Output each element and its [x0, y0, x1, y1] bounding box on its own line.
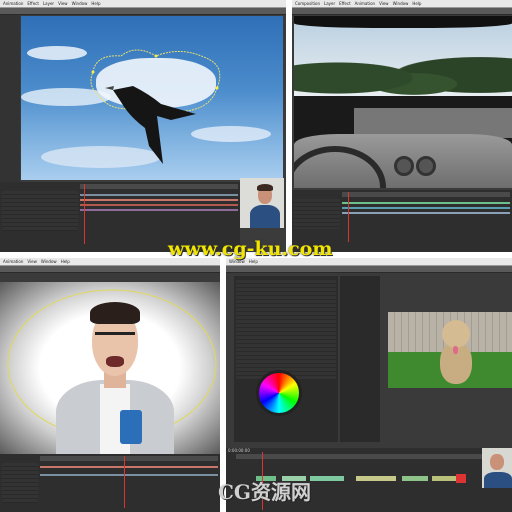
project-panel — [0, 15, 20, 185]
layer-bar[interactable] — [80, 194, 238, 196]
app-toolbar — [0, 266, 220, 273]
presenter-mouth — [106, 356, 124, 367]
effect-properties — [236, 280, 336, 380]
app-toolbar — [0, 8, 286, 15]
quad-top-right: Composition Layer Effect Animation View … — [292, 0, 512, 252]
menu-item[interactable]: Animation — [3, 259, 23, 265]
time-ruler[interactable] — [40, 456, 218, 461]
timeline-panel[interactable] — [0, 454, 220, 512]
layer-bar[interactable] — [40, 466, 218, 468]
menu-item[interactable]: Window — [72, 1, 88, 7]
menu-item[interactable]: View — [58, 1, 68, 7]
quad-bottom-left: Animation View Window Help — [0, 258, 220, 512]
playhead[interactable] — [124, 456, 125, 508]
composition-viewer[interactable] — [294, 16, 512, 188]
trees — [294, 54, 512, 114]
menu-item[interactable]: Effect — [339, 1, 351, 7]
menu-item[interactable]: Layer — [43, 1, 54, 7]
menu-item[interactable]: Layer — [324, 1, 335, 7]
menu-item[interactable]: Window — [41, 259, 57, 265]
layer-bar[interactable] — [80, 199, 238, 201]
time-ruler[interactable] — [236, 454, 482, 459]
layer-bar[interactable] — [80, 209, 238, 211]
layer-bar[interactable] — [342, 202, 510, 204]
app-menubar: Animation Effect Layer View Window Help — [0, 0, 286, 8]
dog-head — [442, 320, 470, 348]
windscreen-frame — [294, 16, 512, 28]
presenter-hair — [257, 184, 273, 191]
composition-viewer[interactable] — [21, 16, 283, 180]
menu-item[interactable]: View — [379, 1, 389, 7]
microphone — [120, 410, 142, 444]
effect-controls-panel[interactable] — [234, 276, 338, 442]
layer-bar[interactable] — [342, 207, 510, 209]
quad-top-left: Animation Effect Layer View Window Help — [0, 0, 286, 252]
menu-item[interactable]: Composition — [295, 1, 320, 7]
menu-item[interactable]: Help — [61, 259, 70, 265]
app-toolbar — [292, 8, 512, 15]
menu-item[interactable]: Effect — [27, 1, 39, 7]
app-menubar: Composition Layer Effect Animation View … — [292, 0, 512, 8]
menu-item[interactable]: Help — [412, 1, 421, 7]
menu-item[interactable]: Animation — [355, 1, 375, 7]
presenter-shirt — [484, 472, 512, 488]
layer-bar[interactable] — [310, 476, 344, 481]
composition-viewer[interactable] — [388, 312, 512, 388]
presenter-shirt — [250, 205, 280, 228]
menu-item[interactable]: Help — [91, 1, 100, 7]
air-vent — [394, 156, 414, 176]
layer-bar[interactable] — [40, 474, 218, 476]
presenter-glasses — [95, 332, 135, 345]
app-toolbar — [226, 266, 512, 273]
project-panel — [340, 276, 380, 442]
layer-bar[interactable] — [456, 474, 466, 483]
layer-bar[interactable] — [356, 476, 396, 481]
composition-viewer[interactable] — [0, 282, 220, 454]
time-ruler[interactable] — [80, 184, 238, 189]
watermark-logo-text: CG资源网 — [218, 480, 311, 504]
layer-bar[interactable] — [342, 212, 510, 214]
timecode: 0:00:00:00 — [228, 448, 250, 453]
quad-bottom-right: Window Help 0:00:00:00 — [226, 258, 512, 512]
presenter-hair — [90, 302, 140, 324]
layer-list — [2, 191, 78, 231]
menu-item[interactable]: Animation — [3, 1, 23, 7]
menu-item[interactable]: View — [27, 259, 37, 265]
time-ruler[interactable] — [342, 192, 510, 197]
menu-item[interactable]: Window — [393, 1, 409, 7]
layer-list — [294, 199, 340, 229]
raven-image — [105, 86, 196, 164]
playhead[interactable] — [348, 192, 349, 242]
webcam-overlay — [240, 178, 284, 228]
watermark-url: www.cg-ku.com — [168, 238, 333, 260]
layer-bar[interactable] — [402, 476, 428, 481]
hue-color-wheel[interactable] — [256, 370, 302, 416]
presenter-head — [490, 454, 504, 470]
layer-bar[interactable] — [80, 204, 238, 206]
webcam-overlay — [482, 448, 512, 488]
layer-list — [2, 463, 38, 503]
air-vent — [416, 156, 436, 176]
playhead[interactable] — [84, 184, 85, 244]
dog-tongue — [453, 346, 458, 354]
